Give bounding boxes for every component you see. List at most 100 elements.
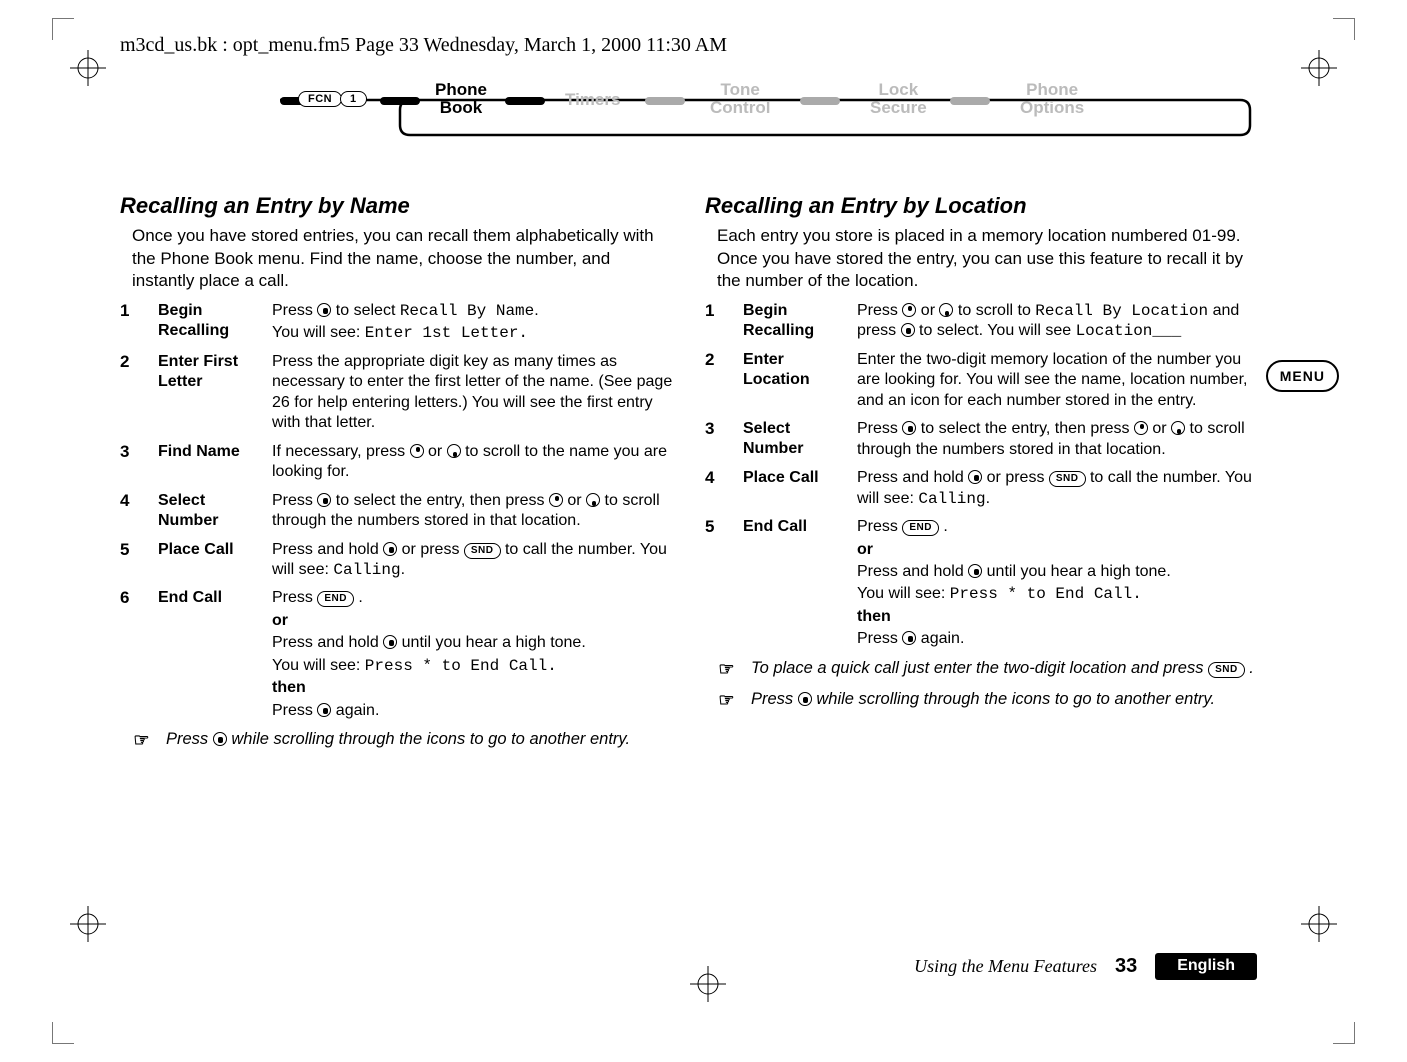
step-number: 4: [705, 468, 733, 488]
section-title: Recalling an Entry by Name: [120, 193, 675, 219]
section-title: Recalling an Entry by Location: [705, 193, 1260, 219]
flow-item-timers: Timers: [565, 91, 620, 109]
snd-key-icon: SND: [1208, 662, 1245, 678]
step-label: End Call: [158, 588, 262, 608]
step-number: 6: [120, 588, 148, 608]
knob-down-icon: [586, 493, 600, 507]
step-text: If necessary, press: [272, 443, 410, 460]
knob-press-icon: [968, 564, 982, 578]
note-text: To place a quick call just enter the two…: [751, 659, 1208, 677]
step-number: 5: [120, 540, 148, 560]
step-row: 5 Place Call Press and hold or press SND…: [120, 540, 675, 581]
note: ☞ Press while scrolling through the icon…: [120, 729, 675, 752]
crop-mark-tr: [1333, 18, 1355, 40]
registration-mark-icon: [70, 50, 106, 86]
knob-press-icon: [902, 421, 916, 435]
lcd-text: Calling: [918, 490, 985, 508]
step-text: until you hear a high tone.: [987, 563, 1171, 580]
knob-press-icon: [317, 303, 331, 317]
section-recall-by-name: Recalling an Entry by Name Once you have…: [120, 193, 675, 753]
flow-connector-icon: [380, 97, 420, 105]
note-text: Press: [166, 730, 213, 748]
knob-down-icon: [1171, 421, 1185, 435]
step-number: 5: [705, 517, 733, 537]
step-text: or: [272, 611, 675, 631]
knob-up-icon: [410, 444, 424, 458]
step-number: 2: [705, 350, 733, 370]
lcd-text: Enter 1st Letter.: [365, 324, 528, 342]
crop-mark-tl: [52, 18, 74, 40]
snd-key-icon: SND: [1049, 471, 1086, 487]
step-label: Enter Location: [743, 350, 847, 390]
knob-press-icon: [383, 542, 397, 556]
step-text: You will see:: [272, 324, 365, 341]
step-text: You will see:: [272, 657, 365, 674]
note-text: .: [1249, 659, 1254, 677]
step-row: 3 Find Name If necessary, press or to sc…: [120, 442, 675, 483]
step-text: or press: [402, 541, 464, 558]
step-body: Press or to scroll to Recall By Location…: [857, 301, 1260, 342]
flow-connector-icon: [800, 97, 840, 105]
lcd-text: Location___: [1076, 322, 1182, 340]
step-row: 5 End Call Press END . or Press and hold…: [705, 517, 1260, 650]
step-text: Press: [272, 302, 317, 319]
step-row: 2 Enter Location Enter the two-digit mem…: [705, 350, 1260, 411]
section-intro: Once you have stored entries, you can re…: [120, 225, 675, 293]
knob-up-icon: [902, 303, 916, 317]
note-icon: ☞: [709, 658, 743, 681]
step-label: Place Call: [158, 540, 262, 560]
step-text: to select the entry, then press: [921, 420, 1134, 437]
fcn-key-icon: FCN: [298, 91, 342, 107]
breadcrumb-flow: FCN 1 Phone Book Timers Tone Control Loc…: [280, 85, 1260, 169]
lcd-text: Press * to End Call.: [365, 657, 557, 675]
step-label: Find Name: [158, 442, 262, 462]
step-body: Press to select Recall By Name. You will…: [272, 301, 675, 344]
step-row: 2 Enter First Letter Press the appropria…: [120, 352, 675, 434]
step-label: Begin Recalling: [743, 301, 847, 341]
step-row: 4 Place Call Press and hold or press SND…: [705, 468, 1260, 509]
section-recall-by-location: Recalling an Entry by Location Each entr…: [705, 193, 1260, 753]
knob-up-icon: [1134, 421, 1148, 435]
lcd-text: Recall By Name: [400, 302, 534, 320]
step-text: Press and hold: [857, 469, 968, 486]
step-body: Press END . or Press and hold until you …: [272, 588, 675, 721]
note-text: while scrolling through the icons to go …: [816, 690, 1215, 708]
step-body: Press and hold or press SND to call the …: [857, 468, 1260, 509]
step-number: 2: [120, 352, 148, 372]
step-text: .: [401, 561, 405, 578]
step-text: Press: [272, 492, 317, 509]
step-body: Press the appropriate digit key as many …: [272, 352, 675, 434]
step-label: Select Number: [158, 491, 262, 531]
step-text: or: [1152, 420, 1171, 437]
step-text: You will see:: [857, 585, 950, 602]
crop-mark-bl: [52, 1022, 74, 1044]
step-text: Press: [857, 630, 902, 647]
step-row: 6 End Call Press END . or Press and hold…: [120, 588, 675, 721]
flow-connector-icon: [505, 97, 545, 105]
snd-key-icon: SND: [464, 543, 501, 559]
step-text: Press and hold: [272, 541, 383, 558]
step-number: 3: [120, 442, 148, 462]
note-text: Press: [751, 690, 798, 708]
step-text: or: [567, 492, 586, 509]
step-text: then: [857, 607, 1260, 627]
step-label: Select Number: [743, 419, 847, 459]
footer-section-title: Using the Menu Features: [914, 956, 1097, 977]
knob-press-icon: [317, 703, 331, 717]
step-row: 1 Begin Recalling Press to select Recall…: [120, 301, 675, 344]
note-text: while scrolling through the icons to go …: [231, 730, 630, 748]
menu-thumb-tab: MENU: [1266, 360, 1339, 392]
step-label: End Call: [743, 517, 847, 537]
flow-item-tone: Tone Control: [710, 81, 770, 117]
step-label: Begin Recalling: [158, 301, 262, 341]
step-body: Press to select the entry, then press or…: [857, 419, 1260, 460]
page-footer: Using the Menu Features 33 English: [0, 953, 1407, 980]
step-text: Press and hold: [857, 563, 968, 580]
note-icon: ☞: [709, 689, 743, 712]
step-text: to scroll to: [958, 302, 1035, 319]
step-text: Press: [272, 589, 317, 606]
step-body: Enter the two-digit memory location of t…: [857, 350, 1260, 411]
step-text: Press: [857, 302, 902, 319]
step-text: or press: [987, 469, 1049, 486]
footer-page-number: 33: [1115, 955, 1137, 978]
